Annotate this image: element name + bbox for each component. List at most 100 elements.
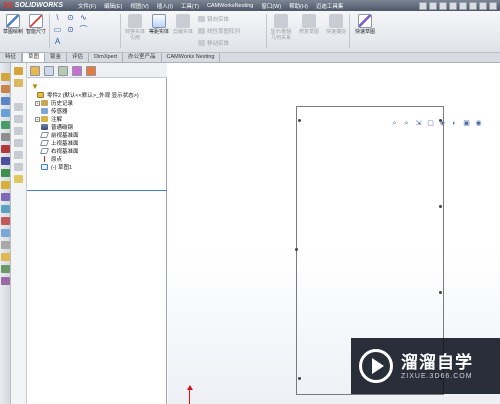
display-manager-tab-icon[interactable] (86, 66, 96, 76)
feature-manager-icon[interactable] (14, 67, 23, 75)
display-style-icon[interactable]: ◐ (450, 119, 459, 128)
tab-sheet-metal[interactable]: 钣金 (45, 53, 68, 62)
property-manager-tab-icon[interactable] (44, 66, 54, 76)
sketch-point[interactable] (439, 205, 442, 208)
options-icon[interactable] (489, 1, 497, 10)
select-icon[interactable] (469, 1, 477, 10)
pattern-icon[interactable] (1, 217, 10, 225)
circle-tool-icon[interactable]: ⊙ (66, 14, 75, 22)
tree-item-sketch1[interactable]: (-) 草图1 (31, 163, 165, 171)
tree-item-front-plane[interactable]: 前视基准面 (31, 131, 165, 139)
sweep-icon[interactable] (1, 97, 10, 105)
dimxpert-manager-tab-icon[interactable] (72, 66, 82, 76)
tree-item-top-plane[interactable]: 上视基准面 (31, 139, 165, 147)
hide-show-items-icon[interactable]: ▣ (462, 119, 471, 128)
text-tool-icon[interactable]: A (53, 38, 62, 46)
tree-root-part[interactable]: 零件2 (默认<<默认>_外观 显示状态>) (31, 91, 165, 99)
save-icon[interactable] (439, 1, 447, 10)
solidworks-logo[interactable]: 3S SOLIDWORKS (0, 1, 74, 10)
sketch-circle-icon[interactable] (14, 115, 23, 123)
shell-icon[interactable] (1, 145, 10, 153)
sketch-point[interactable] (298, 119, 301, 122)
tab-evaluate[interactable]: 评估 (67, 53, 90, 62)
fillet-icon[interactable] (1, 121, 10, 129)
tab-features[interactable]: 特征 (0, 53, 23, 62)
tree-item-material[interactable]: 普通碳钢 (31, 123, 165, 131)
menu-tools[interactable]: 工具(T) (177, 2, 203, 10)
property-manager-icon[interactable] (14, 79, 23, 87)
linear-pattern-button[interactable]: 线性草图阵列 (198, 27, 240, 35)
draft-icon[interactable] (1, 169, 10, 177)
sketch-spline-icon[interactable] (14, 139, 23, 147)
sketch-point[interactable] (298, 377, 301, 380)
expand-toggle[interactable]: + (35, 100, 40, 106)
hole-wizard-icon[interactable] (1, 181, 10, 189)
tree-item-sensors[interactable]: 传感器 (31, 107, 165, 115)
menu-edit[interactable]: 编辑(E) (100, 2, 126, 10)
line-tool-icon[interactable]: \ (53, 14, 62, 22)
smart-dimension-button[interactable]: 智能尺寸 (25, 14, 47, 35)
tab-dimxpert[interactable]: DimXpert (89, 53, 123, 62)
mirror-feature-icon[interactable] (1, 229, 10, 237)
rectangle-tool-icon[interactable]: ▭ (53, 26, 62, 34)
filter-icon[interactable]: ▼ (31, 82, 39, 91)
measure-icon[interactable] (1, 241, 10, 249)
tree-item-history[interactable]: + 历史记录 (31, 99, 165, 107)
menu-camworks-nesting[interactable]: CAMWorksNesting (203, 3, 257, 9)
sketch-draw-button[interactable]: 草图绘制 (2, 14, 24, 35)
mass-properties-icon[interactable] (1, 253, 10, 261)
rollback-bar[interactable] (27, 190, 167, 191)
open-file-icon[interactable] (429, 1, 437, 10)
offset-entities-button[interactable]: 等距实体 (148, 14, 170, 35)
tab-sketch[interactable]: 草图 (22, 52, 46, 62)
rebuild-icon[interactable] (479, 1, 487, 10)
tree-item-origin[interactable]: 原点 (31, 155, 165, 163)
new-file-icon[interactable] (419, 1, 427, 10)
menu-view[interactable]: 视图(V) (126, 2, 152, 10)
repair-sketch-button[interactable]: 修复草图 (298, 14, 320, 35)
appearance-icon[interactable] (1, 277, 10, 285)
extrude-icon[interactable] (1, 73, 10, 81)
quick-snap-button[interactable]: 快速捕捉 (325, 14, 347, 35)
sketch-text-icon[interactable] (14, 175, 23, 183)
sketch-arc-icon[interactable] (14, 127, 23, 135)
menu-insert[interactable]: 插入(I) (153, 2, 177, 10)
display-delete-relations-button[interactable]: 显示/删除几何关系 (270, 14, 292, 41)
ellipse-tool-icon[interactable]: ⊙ (66, 26, 75, 34)
move-entities-button[interactable]: 移动实体 (198, 39, 229, 47)
expand-toggle[interactable]: + (35, 116, 40, 122)
tab-office-products[interactable]: 办公室产品 (123, 53, 162, 62)
mirror-entities-button[interactable]: 镜向实体 (198, 15, 229, 23)
print-icon[interactable] (449, 1, 457, 10)
tab-camworks-nesting[interactable]: CAMWorks Nesting (162, 53, 221, 62)
tree-item-annotations[interactable]: + 注解 (31, 115, 165, 123)
sketch-centerline-icon[interactable] (14, 163, 23, 171)
sketch-point[interactable] (439, 291, 442, 294)
section-view-icon[interactable] (1, 265, 10, 273)
arc-tool-icon[interactable]: ⌒ (79, 26, 88, 34)
sketch-point[interactable] (295, 248, 298, 251)
rib-icon[interactable] (1, 157, 10, 165)
spline-tool-icon[interactable]: ∿ (79, 14, 88, 22)
convert-entities-button[interactable]: 转换实体引用 (124, 14, 146, 41)
undo-icon[interactable] (459, 1, 467, 10)
tree-item-right-plane[interactable]: 右视基准面 (31, 147, 165, 155)
revolve-icon[interactable] (1, 85, 10, 93)
sketch-line-icon[interactable] (14, 103, 23, 111)
sketch-point[interactable] (439, 119, 442, 122)
configuration-manager-tab-icon[interactable] (58, 66, 68, 76)
menu-help[interactable]: 帮助(H) (285, 2, 312, 10)
menu-maidi-tools[interactable]: 迈迪工具集 (312, 2, 348, 10)
rapid-sketch-button[interactable]: 快速草图 (354, 14, 376, 35)
curves-icon[interactable] (1, 205, 10, 213)
sketch-point-icon[interactable] (14, 151, 23, 159)
reference-geometry-icon[interactable] (1, 193, 10, 201)
edit-appearance-icon[interactable]: ◉ (474, 119, 483, 128)
feature-tree-tab-icon[interactable] (30, 66, 40, 76)
play-logo-icon (359, 349, 393, 383)
menu-window[interactable]: 窗口(W) (257, 2, 285, 10)
menu-file[interactable]: 文件(F) (74, 2, 100, 10)
loft-icon[interactable] (1, 109, 10, 117)
chamfer-icon[interactable] (1, 133, 10, 141)
trim-entities-button[interactable]: 剪裁实体 (172, 14, 194, 35)
